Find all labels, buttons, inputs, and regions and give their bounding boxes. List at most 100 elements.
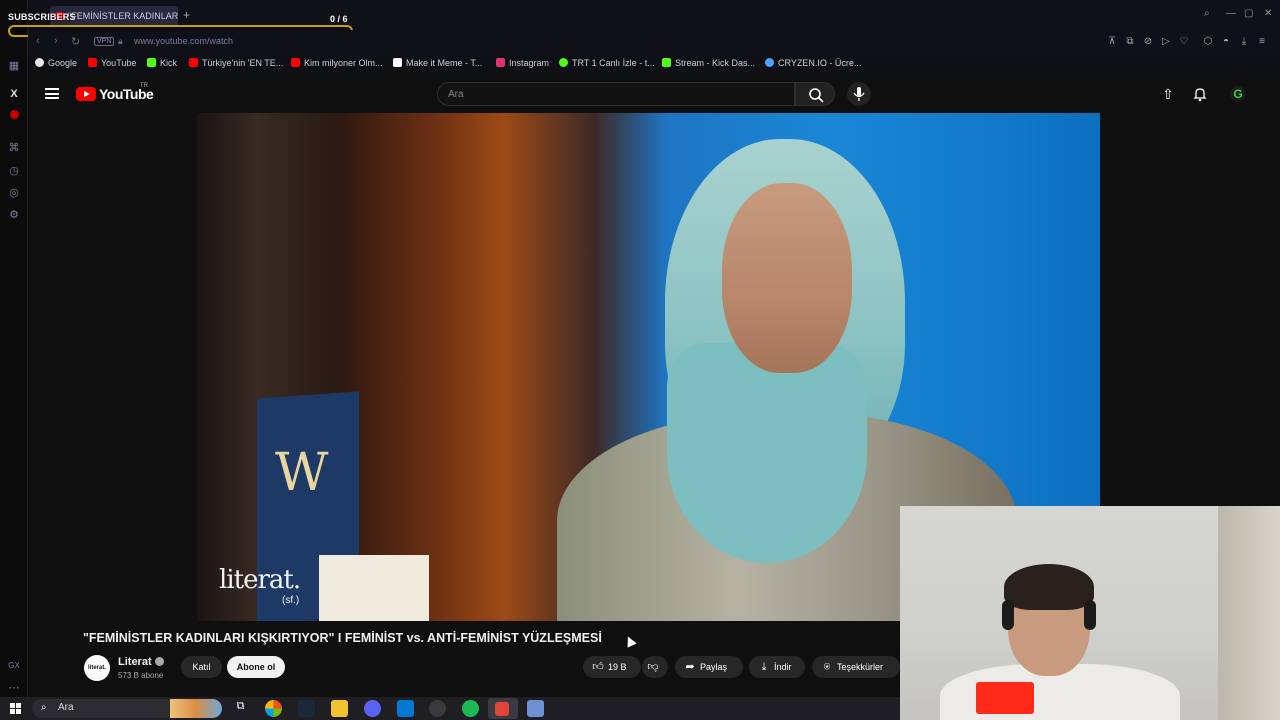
grammarly-icon[interactable]: G	[1230, 86, 1246, 102]
close-window-icon[interactable]: ✕	[1264, 8, 1272, 19]
video-box-prop	[319, 555, 429, 621]
webcam-door	[1218, 506, 1280, 720]
search-icon	[809, 88, 824, 103]
maximize-icon[interactable]: ▢	[1244, 8, 1253, 19]
minimize-icon[interactable]: —	[1226, 8, 1236, 19]
address-bar: ‹ › ↻ VPN 🔒︎ www.youtube.com/watch ⊼ ⧉ ⊘…	[28, 30, 1280, 54]
messenger-icon[interactable]: ◎	[6, 185, 22, 201]
snapshot-icon[interactable]: ⧉	[1124, 36, 1136, 48]
video-scarf	[667, 343, 867, 563]
search-tabs-icon[interactable]: ⌕	[1204, 8, 1210, 19]
youtube-masthead: YouTube TR Ara ⇧ G	[28, 76, 1272, 113]
subscribers-goal-count: 0 / 6	[330, 14, 348, 24]
history-icon[interactable]: ◷	[6, 163, 22, 179]
favorite-heart-icon[interactable]: ♡	[1178, 36, 1190, 48]
bookmark-kim-milyoner[interactable]: Kim milyoner Olm...	[291, 58, 383, 68]
profile-icon[interactable]: ◓	[1220, 36, 1232, 48]
extensions-icon[interactable]: ⬡	[1202, 36, 1214, 48]
webcam-overlay	[900, 506, 1280, 720]
dislike-button[interactable]: 👎︎	[642, 656, 668, 678]
youtube-icon	[189, 58, 198, 67]
twitter-x-icon[interactable]: X	[6, 86, 22, 102]
screen: { "browser": { "tab_title": "\"FEMİNİSTL…	[0, 0, 1280, 720]
gx-icon[interactable]: GX	[6, 658, 22, 674]
bookmark-kick[interactable]: Kick	[147, 58, 177, 68]
opera-gx-icon[interactable]	[495, 702, 509, 716]
kick-icon	[147, 58, 156, 67]
discord-icon[interactable]	[364, 700, 381, 717]
bookmark-trt1[interactable]: TRT 1 Canlı İzle - t...	[559, 58, 655, 68]
app-icon[interactable]	[527, 700, 544, 717]
youtube-icon	[88, 58, 97, 67]
headset-left-icon	[1002, 600, 1014, 630]
voice-search-button[interactable]	[847, 82, 871, 106]
bookmarks-bar: Google YouTube Kick Türkiye'nin 'EN TE..…	[28, 54, 1280, 74]
vpn-badge[interactable]: VPN	[94, 37, 115, 46]
windows-taskbar: ⌕ Ara ⧉	[0, 697, 900, 720]
search-highlight-art	[170, 699, 222, 718]
steam-icon[interactable]	[298, 700, 315, 717]
file-explorer-icon[interactable]	[331, 700, 348, 717]
upload-icon[interactable]: ⇧	[1159, 85, 1177, 103]
channel-name[interactable]: Literat	[118, 656, 164, 668]
youtube-play-icon	[76, 87, 96, 101]
join-button[interactable]: Katıl	[181, 656, 222, 678]
bookmark-instagram[interactable]: Instagram	[496, 58, 549, 68]
bell-icon[interactable]	[1191, 85, 1209, 103]
video-face	[722, 183, 852, 373]
more-icon[interactable]: ⋯	[6, 680, 22, 696]
player-icon[interactable]: ▷	[1160, 36, 1172, 48]
super-thanks-icon: ⍟	[823, 661, 831, 673]
download-button[interactable]: ⤓ İndir	[749, 656, 805, 678]
pinboard-icon[interactable]: ⌘	[6, 140, 22, 156]
back-icon[interactable]: ‹	[36, 35, 40, 47]
pin-icon[interactable]: ⊼	[1106, 36, 1118, 48]
youtube-music-icon[interactable]	[6, 108, 22, 124]
verified-check-icon	[154, 657, 164, 666]
bookmark-make-it-meme[interactable]: Make it Meme - T...	[393, 58, 482, 68]
webcam-streamer-hair	[1004, 564, 1094, 610]
copilot-icon[interactable]	[265, 700, 282, 717]
cryzen-icon	[765, 58, 774, 67]
subscribers-goal-label: SUBSCRIBERS	[8, 12, 76, 22]
subscribe-button[interactable]: Abone ol	[227, 656, 285, 678]
bookmark-kick-dashboard[interactable]: Stream - Kick Das...	[662, 58, 755, 68]
bookmark-google[interactable]: Google	[35, 58, 77, 68]
channel-subscriber-count: 573 B abone	[118, 671, 164, 680]
hamburger-menu-icon[interactable]	[45, 88, 59, 99]
download-icon: ⤓	[761, 661, 767, 673]
opera-sidebar: ▦ X ⌘ ◷ ◎ ⚙ GX ⋯	[0, 0, 28, 697]
thumbs-up-icon: 👍︎	[592, 661, 604, 673]
task-view-icon[interactable]: ⧉	[232, 700, 249, 717]
windows-start-icon[interactable]	[10, 703, 21, 714]
adblock-icon[interactable]: ⊘	[1142, 36, 1154, 48]
wallet-icon[interactable]: ▦	[6, 58, 22, 74]
share-button[interactable]: ➦ Paylaş	[675, 656, 743, 678]
video-watermark: literat.	[219, 565, 301, 595]
settings-icon[interactable]: ⚙	[6, 207, 22, 223]
bookmark-turkiye[interactable]: Türkiye'nin 'EN TE...	[189, 58, 283, 68]
like-button[interactable]: 👍︎ 19 B	[583, 656, 641, 678]
search-input[interactable]: Ara	[437, 82, 795, 106]
search-icon: ⌕	[41, 702, 47, 713]
thanks-button[interactable]: ⍟ Teşekkürler	[812, 656, 900, 678]
spotify-icon[interactable]	[462, 700, 479, 717]
video-panel-logo: W	[275, 443, 329, 503]
instagram-icon	[496, 58, 505, 67]
search-button[interactable]	[795, 82, 835, 106]
reload-icon[interactable]: ↻	[71, 35, 80, 48]
menu-icon[interactable]: ≡	[1256, 36, 1268, 48]
channel-avatar[interactable]: literat.	[84, 655, 110, 681]
microphone-prop	[976, 682, 1034, 714]
new-tab-icon[interactable]: +	[183, 8, 190, 22]
bookmark-cryzen[interactable]: CRYZEN.IO - Ücre...	[765, 58, 861, 68]
obs-icon[interactable]	[429, 700, 446, 717]
bookmark-youtube[interactable]: YouTube	[88, 58, 136, 68]
kick-icon	[662, 58, 671, 67]
forward-icon[interactable]: ›	[54, 35, 58, 47]
mail-icon[interactable]	[397, 700, 414, 717]
url-field[interactable]: www.youtube.com/watch	[134, 36, 233, 46]
download-icon[interactable]: ⤓	[1238, 36, 1250, 48]
taskbar-search-input[interactable]: ⌕ Ara	[32, 699, 222, 718]
headset-right-icon	[1084, 600, 1096, 630]
